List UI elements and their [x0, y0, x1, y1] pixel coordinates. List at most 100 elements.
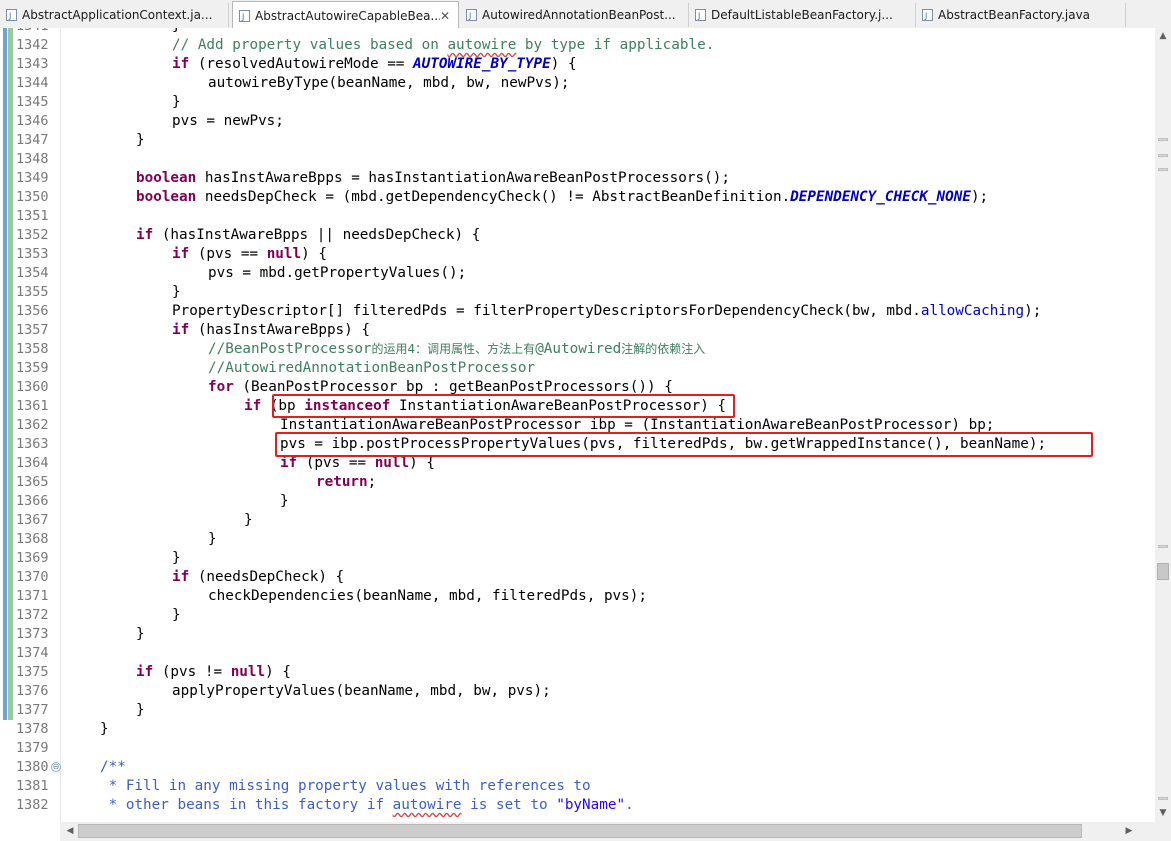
code-text: }: [244, 512, 253, 528]
scroll-right-arrow-icon[interactable]: ▶: [1121, 823, 1137, 840]
code-line[interactable]: 1352 if (hasInstAwareBpps || needsDepChe…: [0, 226, 1155, 245]
code-line[interactable]: 1350 boolean needsDepCheck = (mbd.getDep…: [0, 188, 1155, 207]
code-text: return;: [316, 473, 376, 492]
horizontal-scroll-thumb[interactable]: [78, 824, 1082, 838]
code-line[interactable]: 1364 if (pvs == null) {: [0, 454, 1155, 473]
code-line[interactable]: 1363 pvs = ibp.postProcessPropertyValues…: [0, 435, 1155, 454]
code-line[interactable]: 1375 if (pvs != null) {: [0, 663, 1155, 682]
line-number: 1364: [16, 455, 49, 471]
keyword: boolean: [136, 189, 197, 205]
code-line[interactable]: 1343 if (resolvedAutowireMode == AUTOWIR…: [0, 55, 1155, 74]
code-line[interactable]: 1349 boolean hasInstAwareBpps = hasInsta…: [0, 169, 1155, 188]
line-number: 1349: [16, 170, 49, 186]
line-number: 1353: [16, 246, 49, 262]
code-editor[interactable]: 1341 } 1342 // Add property values based…: [0, 28, 1155, 822]
code-line[interactable]: 1347 }: [0, 131, 1155, 150]
java-file-icon: J: [239, 9, 250, 22]
code-line[interactable]: 1373 }: [0, 625, 1155, 644]
overview-ruler-mark[interactable]: [1158, 168, 1168, 171]
tab-label: AbstractApplicationContext.ja...: [22, 8, 213, 22]
field: allowCaching: [920, 303, 1025, 319]
code-line[interactable]: 1376 applyPropertyValues(beanName, mbd, …: [0, 682, 1155, 701]
code-line[interactable]: 1370 if (needsDepCheck) {: [0, 568, 1155, 587]
code-line[interactable]: 1382 * other beans in this factory if au…: [0, 796, 1155, 815]
overview-ruler-mark[interactable]: [1158, 138, 1168, 141]
keyword: if: [172, 246, 190, 262]
code-line[interactable]: 1381 * Fill in any missing property valu…: [0, 777, 1155, 796]
code-line[interactable]: 1355 }: [0, 283, 1155, 302]
code-line[interactable]: 1379: [0, 739, 1155, 758]
line-number: 1352: [16, 227, 49, 243]
overview-ruler-mark[interactable]: [1158, 797, 1168, 800]
code-line[interactable]: 1341 }: [0, 28, 1155, 36]
code-text: /**: [100, 759, 126, 775]
code-text: if (pvs != null) {: [136, 663, 291, 682]
line-number: 1343: [16, 56, 49, 72]
comment-text: //BeanPostProcessor: [208, 341, 372, 357]
line-number: 1380: [16, 759, 49, 775]
close-icon[interactable]: ✕: [440, 9, 450, 23]
code-line[interactable]: 1362 InstantiationAwareBeanPostProcessor…: [0, 416, 1155, 435]
code-token: (pvs ==: [189, 246, 267, 262]
line-number: 1357: [16, 322, 49, 338]
code-line[interactable]: 1353 if (pvs == null) {: [0, 245, 1155, 264]
code-line[interactable]: 1366 }: [0, 492, 1155, 511]
code-line[interactable]: 1374: [0, 644, 1155, 663]
code-line[interactable]: 1359 //AutowiredAnnotationBeanPostProces…: [0, 359, 1155, 378]
fold-collapse-icon[interactable]: ⊖: [51, 762, 61, 772]
scroll-down-arrow-icon[interactable]: ▼: [1155, 805, 1171, 821]
code-line[interactable]: 1357 if (hasInstAwareBpps) {: [0, 321, 1155, 340]
java-file-icon: J: [695, 9, 706, 21]
line-number: 1362: [16, 417, 49, 433]
code-text: //AutowiredAnnotationBeanPostProcessor: [208, 360, 536, 376]
scroll-left-arrow-icon[interactable]: ◀: [62, 823, 78, 840]
line-number: 1379: [16, 740, 49, 756]
code-line[interactable]: 1367 }: [0, 511, 1155, 530]
keyword: return: [316, 474, 368, 490]
code-line[interactable]: 1345 }: [0, 93, 1155, 112]
code-line[interactable]: 1371 checkDependencies(beanName, mbd, fi…: [0, 587, 1155, 606]
code-token: (bp: [261, 398, 305, 414]
tab-label: AutowiredAnnotationBeanPost...: [482, 8, 676, 22]
tab-abstract-autowire-capable-bean-factory[interactable]: J AbstractAutowireCapableBea... ✕: [232, 1, 459, 29]
code-text: }: [136, 702, 145, 718]
code-line[interactable]: 1378 }: [0, 720, 1155, 739]
tab-autowired-annotation-bean-post-processor[interactable]: J AutowiredAnnotationBeanPost...: [460, 3, 689, 27]
code-text: }: [100, 721, 109, 737]
code-line[interactable]: 1354 pvs = mbd.getPropertyValues();: [0, 264, 1155, 283]
code-text: }: [172, 28, 181, 36]
code-line[interactable]: 1356 PropertyDescriptor[] filteredPds = …: [0, 302, 1155, 321]
code-text: if (pvs == null) {: [172, 245, 327, 264]
overview-ruler-mark[interactable]: [1158, 545, 1168, 548]
line-number: 1382: [16, 797, 49, 813]
overview-ruler-mark[interactable]: [1158, 154, 1168, 157]
code-line[interactable]: 1361 if (bp instanceof InstantiationAwar…: [0, 397, 1155, 416]
code-line[interactable]: 1369 }: [0, 549, 1155, 568]
code-line[interactable]: 1365 return;: [0, 473, 1155, 492]
code-line[interactable]: 1360 for (BeanPostProcessor bp : getBean…: [0, 378, 1155, 397]
code-line[interactable]: 1377 }: [0, 701, 1155, 720]
code-text: checkDependencies(beanName, mbd, filtere…: [208, 588, 647, 604]
code-line[interactable]: 1372 }: [0, 606, 1155, 625]
static-field: DEPENDENCY_CHECK_NONE: [790, 189, 971, 205]
code-token: ) {: [550, 56, 577, 72]
tab-abstract-application-context[interactable]: J AbstractApplicationContext.ja...: [0, 3, 229, 27]
vertical-scroll-thumb[interactable]: [1157, 563, 1169, 580]
code-line[interactable]: 1344 autowireByType(beanName, mbd, bw, n…: [0, 74, 1155, 93]
tab-default-listable-bean-factory[interactable]: J DefaultListableBeanFactory.j...: [689, 3, 916, 27]
code-line[interactable]: 1351: [0, 207, 1155, 226]
tab-abstract-bean-factory[interactable]: J AbstractBeanFactory.java: [916, 3, 1126, 27]
svg-text:J: J: [8, 12, 11, 21]
code-line[interactable]: 1346 pvs = newPvs;: [0, 112, 1155, 131]
code-line[interactable]: 1348: [0, 150, 1155, 169]
comment-text: 注解的依赖注入: [621, 342, 706, 356]
comment-text: by type if applicable.: [516, 37, 715, 53]
code-line[interactable]: 1380 ⊖ /**: [0, 758, 1155, 777]
code-text: * Fill in any missing property values wi…: [100, 778, 591, 794]
code-line[interactable]: 1368 }: [0, 530, 1155, 549]
vertical-scrollbar[interactable]: ▲ ▼: [1155, 28, 1171, 822]
code-line[interactable]: 1342 // Add property values based on aut…: [0, 36, 1155, 55]
scroll-up-arrow-icon[interactable]: ▲: [1155, 28, 1171, 44]
horizontal-scrollbar[interactable]: ◀ ▶: [60, 822, 1155, 841]
code-line[interactable]: 1358 //BeanPostProcessor的运用4：调用属性、方法上有@A…: [0, 340, 1155, 359]
